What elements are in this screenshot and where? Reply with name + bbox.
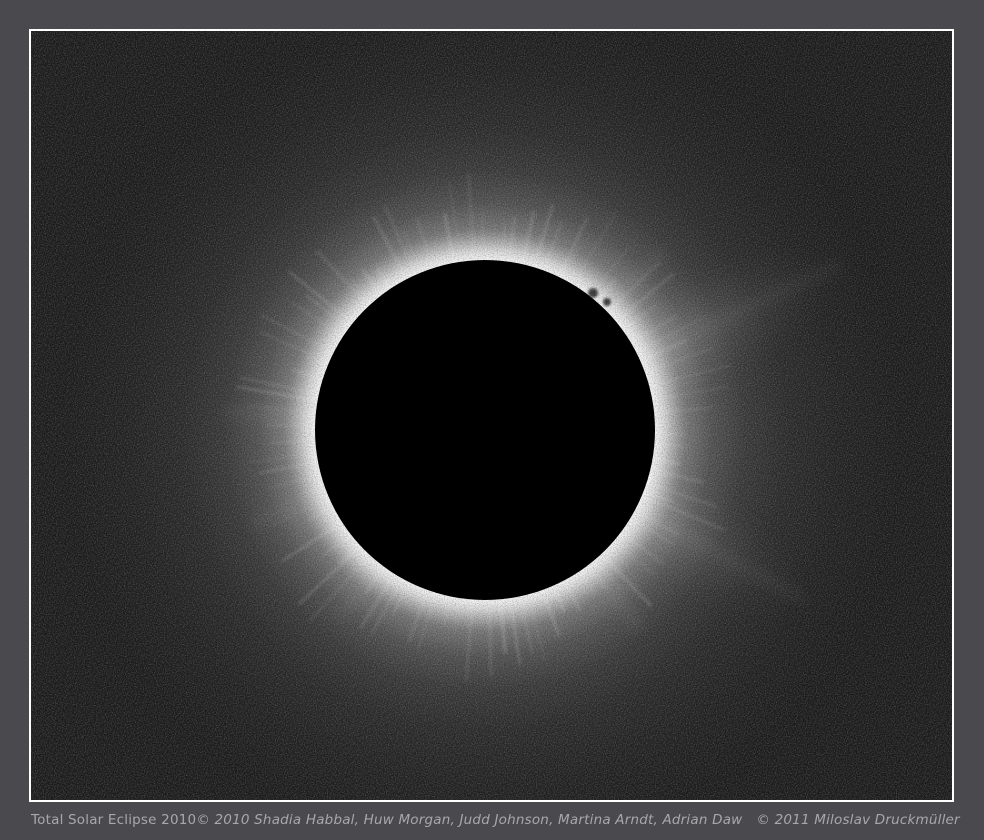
window-frame: Total Solar Eclipse 2010 © 2010 Shadia H… [0,0,984,840]
credit-photographers: © 2010 Shadia Habbal, Huw Morgan, Judd J… [196,812,742,828]
moon-disk [315,260,655,600]
credit-processing: © 2011 Miloslav Druckmüller [756,812,959,828]
caption-credits: © 2010 Shadia Habbal, Huw Morgan, Judd J… [196,812,959,828]
caption-title: Total Solar Eclipse 2010 [31,812,196,828]
caption-bar: Total Solar Eclipse 2010 © 2010 Shadia H… [31,803,952,837]
eclipse-photo [29,29,954,802]
eclipse-image [31,31,952,800]
